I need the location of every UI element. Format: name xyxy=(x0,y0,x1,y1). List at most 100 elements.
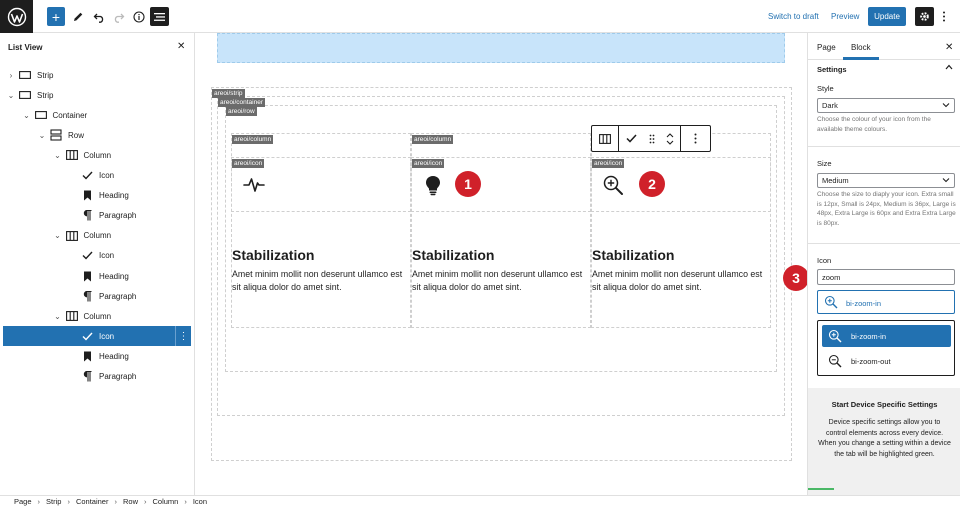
icon-option-zoom-in[interactable]: bi-zoom-in xyxy=(822,325,951,347)
list-view-item-paragraph[interactable]: Paragraph xyxy=(3,367,191,387)
list-view-item-heading[interactable]: Heading xyxy=(3,186,191,206)
breadcrumb-item-icon[interactable]: Icon xyxy=(193,497,207,506)
preview-link[interactable]: Preview xyxy=(831,12,859,21)
container-icon xyxy=(34,109,47,121)
add-block-button[interactable]: + xyxy=(47,7,65,26)
check-icon[interactable] xyxy=(621,134,643,143)
settings-section-title[interactable]: Settings xyxy=(817,65,847,74)
undo-icon[interactable] xyxy=(91,7,107,26)
close-icon[interactable]: ✕ xyxy=(177,41,185,52)
drag-handle-icon[interactable] xyxy=(643,134,661,144)
icon-option-label: bi-zoom-in xyxy=(851,331,887,341)
list-view-item-label: Paragraph xyxy=(99,211,137,221)
list-view-item-label: Container xyxy=(52,110,88,120)
chevron-down-icon[interactable]: ⌄ xyxy=(7,91,15,100)
selected-icon-preview[interactable]: bi-zoom-in xyxy=(817,290,955,314)
chevron-up-icon[interactable] xyxy=(945,63,953,72)
pencil-icon[interactable] xyxy=(70,7,86,26)
check-icon xyxy=(81,330,93,342)
icon-search-input[interactable] xyxy=(817,269,955,285)
list-view-item-icon[interactable]: Icon xyxy=(3,166,191,186)
list-view-toggle-button[interactable] xyxy=(150,7,169,26)
breadcrumb-separator-icon: › xyxy=(144,497,147,506)
column-parent-icon[interactable] xyxy=(592,126,619,151)
zoom-in-icon xyxy=(828,329,842,345)
column-block-tag: areoi/column xyxy=(412,135,454,144)
style-select[interactable]: Dark xyxy=(817,98,955,113)
bookmark-icon xyxy=(81,270,93,282)
pilcrow-icon xyxy=(81,290,93,302)
list-view-item-strip[interactable]: ⌄ Strip xyxy=(3,85,191,105)
chevron-down-icon[interactable]: ⌄ xyxy=(54,151,62,160)
breadcrumb: Page › Strip › Container › Row › Column › Icon xyxy=(0,495,960,507)
device-settings-title[interactable]: Start Device Specific Settings xyxy=(808,400,960,409)
list-view-item-label: Heading xyxy=(99,351,129,361)
check-icon xyxy=(81,250,93,262)
chevron-down-icon[interactable]: ⌄ xyxy=(23,111,31,120)
tab-block[interactable]: Block xyxy=(851,43,871,52)
settings-gear-icon[interactable] xyxy=(915,7,934,26)
column-paragraph: Amet minim mollit non deserunt ullamco e… xyxy=(412,269,583,292)
strip-block-first[interactable] xyxy=(217,33,785,63)
size-select-value: Medium xyxy=(822,176,849,185)
style-select-value: Dark xyxy=(822,101,838,110)
size-select[interactable]: Medium xyxy=(817,173,955,188)
list-view-item-label: Icon xyxy=(99,171,115,180)
list-view-item-paragraph[interactable]: Paragraph xyxy=(3,206,191,226)
breadcrumb-item-container[interactable]: Container xyxy=(76,497,109,506)
row-options-icon[interactable]: ⋮ xyxy=(175,326,191,347)
activity-icon xyxy=(243,174,265,196)
selected-icon-name: bi-zoom-in xyxy=(846,299,882,308)
list-view-item-heading[interactable]: Heading xyxy=(3,346,191,366)
icon-block-tag: areoi/icon xyxy=(412,159,445,168)
device-settings-box: Start Device Specific Settings Device sp… xyxy=(808,388,960,495)
sidebar-tabs: Page Block ✕ xyxy=(808,33,960,60)
list-view-item-heading[interactable]: Heading xyxy=(3,266,191,286)
list-view-item-row[interactable]: ⌄ Row xyxy=(3,125,191,145)
breadcrumb-separator-icon: › xyxy=(184,497,187,506)
divider xyxy=(808,243,960,244)
list-view-item-column[interactable]: ⌄ Column xyxy=(3,226,191,246)
row-icon xyxy=(50,129,62,141)
block-settings-sidebar: Page Block ✕ Settings Style Dark Choose … xyxy=(807,33,960,495)
list-view-item-label: Paragraph xyxy=(99,291,137,301)
breadcrumb-item-row[interactable]: Row xyxy=(123,497,138,506)
strip-block-tag: areoi/strip xyxy=(212,89,245,98)
block-toolbar xyxy=(591,125,711,152)
list-view-item-label: Icon xyxy=(99,331,115,341)
list-view-item-column[interactable]: ⌄ Column xyxy=(3,306,191,326)
move-up-down-icon[interactable] xyxy=(661,132,679,146)
close-icon[interactable]: ✕ xyxy=(945,42,953,53)
editor-top-toolbar: + Switch to draft Preview Update xyxy=(0,0,960,33)
redo-icon[interactable] xyxy=(111,7,127,26)
column-heading: Stabilization xyxy=(232,247,315,263)
breadcrumb-item-column[interactable]: Column xyxy=(153,497,179,506)
list-view-title: List View xyxy=(8,43,43,52)
list-view-item-icon[interactable]: Icon xyxy=(3,246,191,266)
list-view-item-column[interactable]: ⌄ Column xyxy=(3,145,191,165)
active-tab-indicator xyxy=(843,57,879,60)
list-view-item-paragraph[interactable]: Paragraph xyxy=(3,286,191,306)
chevron-down-icon[interactable]: ⌄ xyxy=(54,231,62,240)
zoom-in-icon xyxy=(602,174,624,196)
list-view-item-icon[interactable]: Icon ⋮ xyxy=(3,326,191,347)
size-label: Size xyxy=(817,159,832,168)
block-options-icon[interactable] xyxy=(681,126,710,151)
more-options-icon[interactable] xyxy=(940,9,948,24)
icon-option-zoom-out[interactable]: bi-zoom-out xyxy=(822,350,951,372)
chevron-down-icon[interactable]: ⌄ xyxy=(54,312,62,321)
info-icon[interactable] xyxy=(131,7,147,26)
list-view-item-label: Strip xyxy=(37,70,54,80)
list-view-item-label: Column xyxy=(83,231,112,241)
list-view-item-strip[interactable]: › Strip xyxy=(3,65,191,85)
chevron-right-icon[interactable]: › xyxy=(7,71,15,80)
update-button[interactable]: Update xyxy=(868,7,906,26)
list-view-item-container[interactable]: ⌄ Container xyxy=(3,105,191,125)
breadcrumb-item-page[interactable]: Page xyxy=(14,497,32,506)
switch-to-draft-link[interactable]: Switch to draft xyxy=(768,12,819,21)
breadcrumb-item-strip[interactable]: Strip xyxy=(46,497,61,506)
list-view-item-label: Heading xyxy=(99,191,129,201)
wordpress-logo-icon[interactable] xyxy=(0,0,33,33)
chevron-down-icon[interactable]: ⌄ xyxy=(38,131,46,140)
tab-page[interactable]: Page xyxy=(817,43,836,52)
